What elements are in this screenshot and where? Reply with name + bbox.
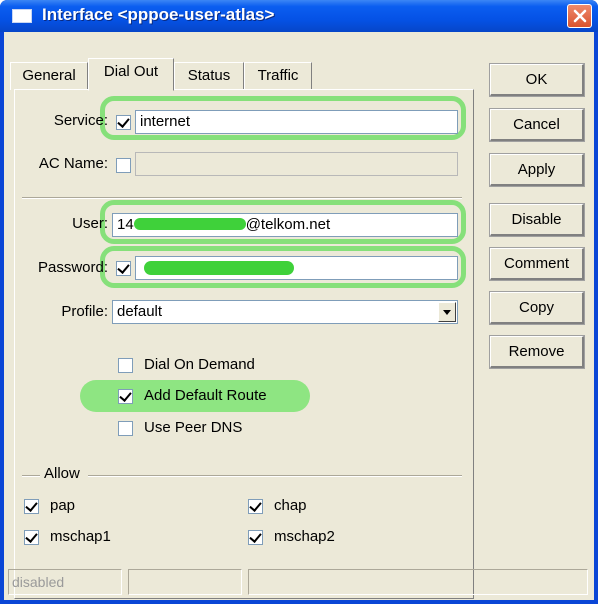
mschap2-checkbox[interactable] (248, 530, 263, 545)
service-checkbox[interactable] (116, 115, 131, 130)
password-checkbox[interactable] (116, 261, 131, 276)
tab-general[interactable]: General (10, 62, 88, 90)
profile-label: Profile: (61, 303, 108, 320)
ac-name-input[interactable] (135, 152, 458, 176)
close-icon (573, 9, 586, 23)
mschap1-checkbox[interactable] (24, 530, 39, 545)
cancel-button[interactable]: Cancel (489, 108, 585, 142)
copy-button[interactable]: Copy (489, 291, 585, 325)
tab-status[interactable]: Status (174, 62, 244, 90)
window-title: Interface <pppoe-user-atlas> (42, 5, 275, 24)
allow-group-line-left (22, 475, 40, 477)
use-peer-dns-label: Use Peer DNS (144, 419, 243, 436)
pap-checkbox[interactable] (24, 499, 39, 514)
redacted-mark (144, 261, 294, 275)
status-cell-2 (128, 569, 242, 595)
ac-name-label: AC Name: (38, 155, 108, 172)
ok-button[interactable]: OK (489, 63, 585, 97)
profile-select[interactable]: default (112, 300, 458, 324)
status-cell-3 (248, 569, 588, 595)
pap-label: pap (50, 497, 76, 514)
status-state: disabled (8, 569, 122, 595)
user-label: User: (72, 215, 108, 232)
tab-dial-out[interactable]: Dial Out (88, 58, 174, 91)
tab-traffic[interactable]: Traffic (244, 62, 312, 90)
user-input[interactable]: 14 @telkom.net (112, 213, 458, 237)
title-bar[interactable]: Interface <pppoe-user-atlas> (0, 0, 598, 32)
dial-on-demand-label: Dial On Demand (144, 356, 255, 373)
dialog-body: General Dial Out Status Traffic Service:… (4, 32, 594, 600)
window-icon (12, 9, 32, 23)
chevron-down-icon[interactable] (438, 302, 456, 322)
apply-button[interactable]: Apply (489, 153, 585, 187)
chap-label: chap (274, 497, 307, 514)
user-value-suffix: @telkom.net (245, 216, 331, 233)
separator (22, 197, 462, 199)
comment-button[interactable]: Comment (489, 247, 585, 281)
service-label: Service: (53, 112, 108, 129)
remove-button[interactable]: Remove (489, 335, 585, 369)
close-button[interactable] (567, 4, 592, 28)
chap-checkbox[interactable] (248, 499, 263, 514)
add-default-route-checkbox[interactable] (118, 389, 133, 404)
allow-group-label: Allow (44, 465, 80, 482)
service-input[interactable]: internet (135, 110, 458, 134)
use-peer-dns-checkbox[interactable] (118, 421, 133, 436)
password-input[interactable] (135, 256, 458, 280)
allow-group-line-right (88, 475, 462, 477)
ac-name-checkbox[interactable] (116, 158, 131, 173)
mschap1-label: mschap1 (50, 528, 111, 545)
user-value-prefix: 14 (117, 216, 134, 233)
disable-button[interactable]: Disable (489, 203, 585, 237)
password-label: Password: (37, 259, 108, 276)
add-default-route-label: Add Default Route (144, 387, 267, 404)
dial-on-demand-checkbox[interactable] (118, 358, 133, 373)
mschap2-label: mschap2 (274, 528, 335, 545)
dialog-window: Interface <pppoe-user-atlas> General Dia… (0, 0, 598, 604)
redacted-mark (133, 218, 246, 230)
